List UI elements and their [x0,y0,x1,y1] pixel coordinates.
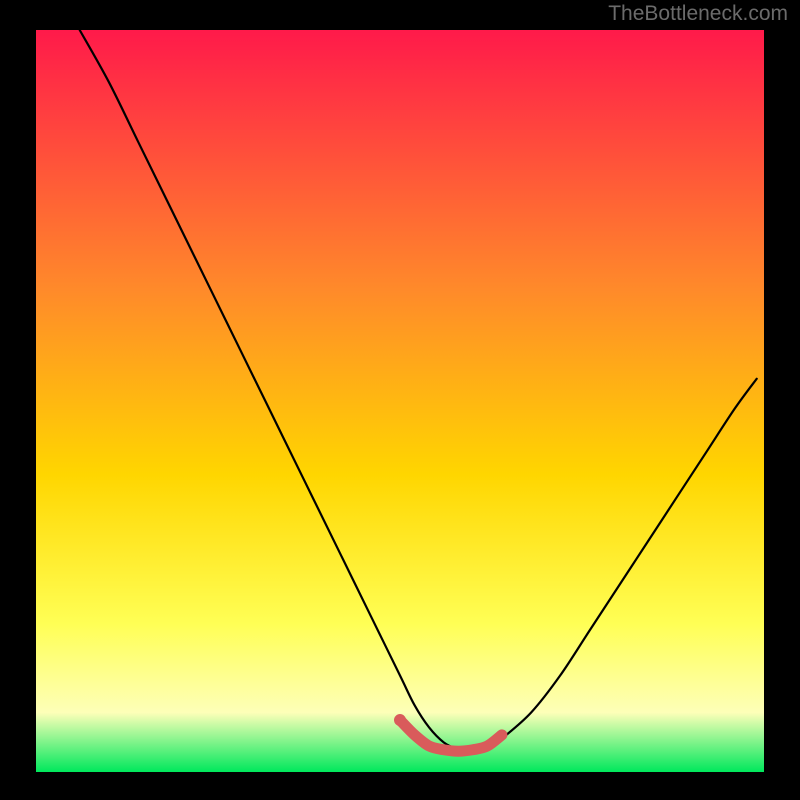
chart-canvas [0,0,800,800]
gradient-background [36,30,764,772]
minimum-marker-start-dot [394,714,406,726]
chart-frame: TheBottleneck.com [0,0,800,800]
watermark-text: TheBottleneck.com [608,2,788,26]
